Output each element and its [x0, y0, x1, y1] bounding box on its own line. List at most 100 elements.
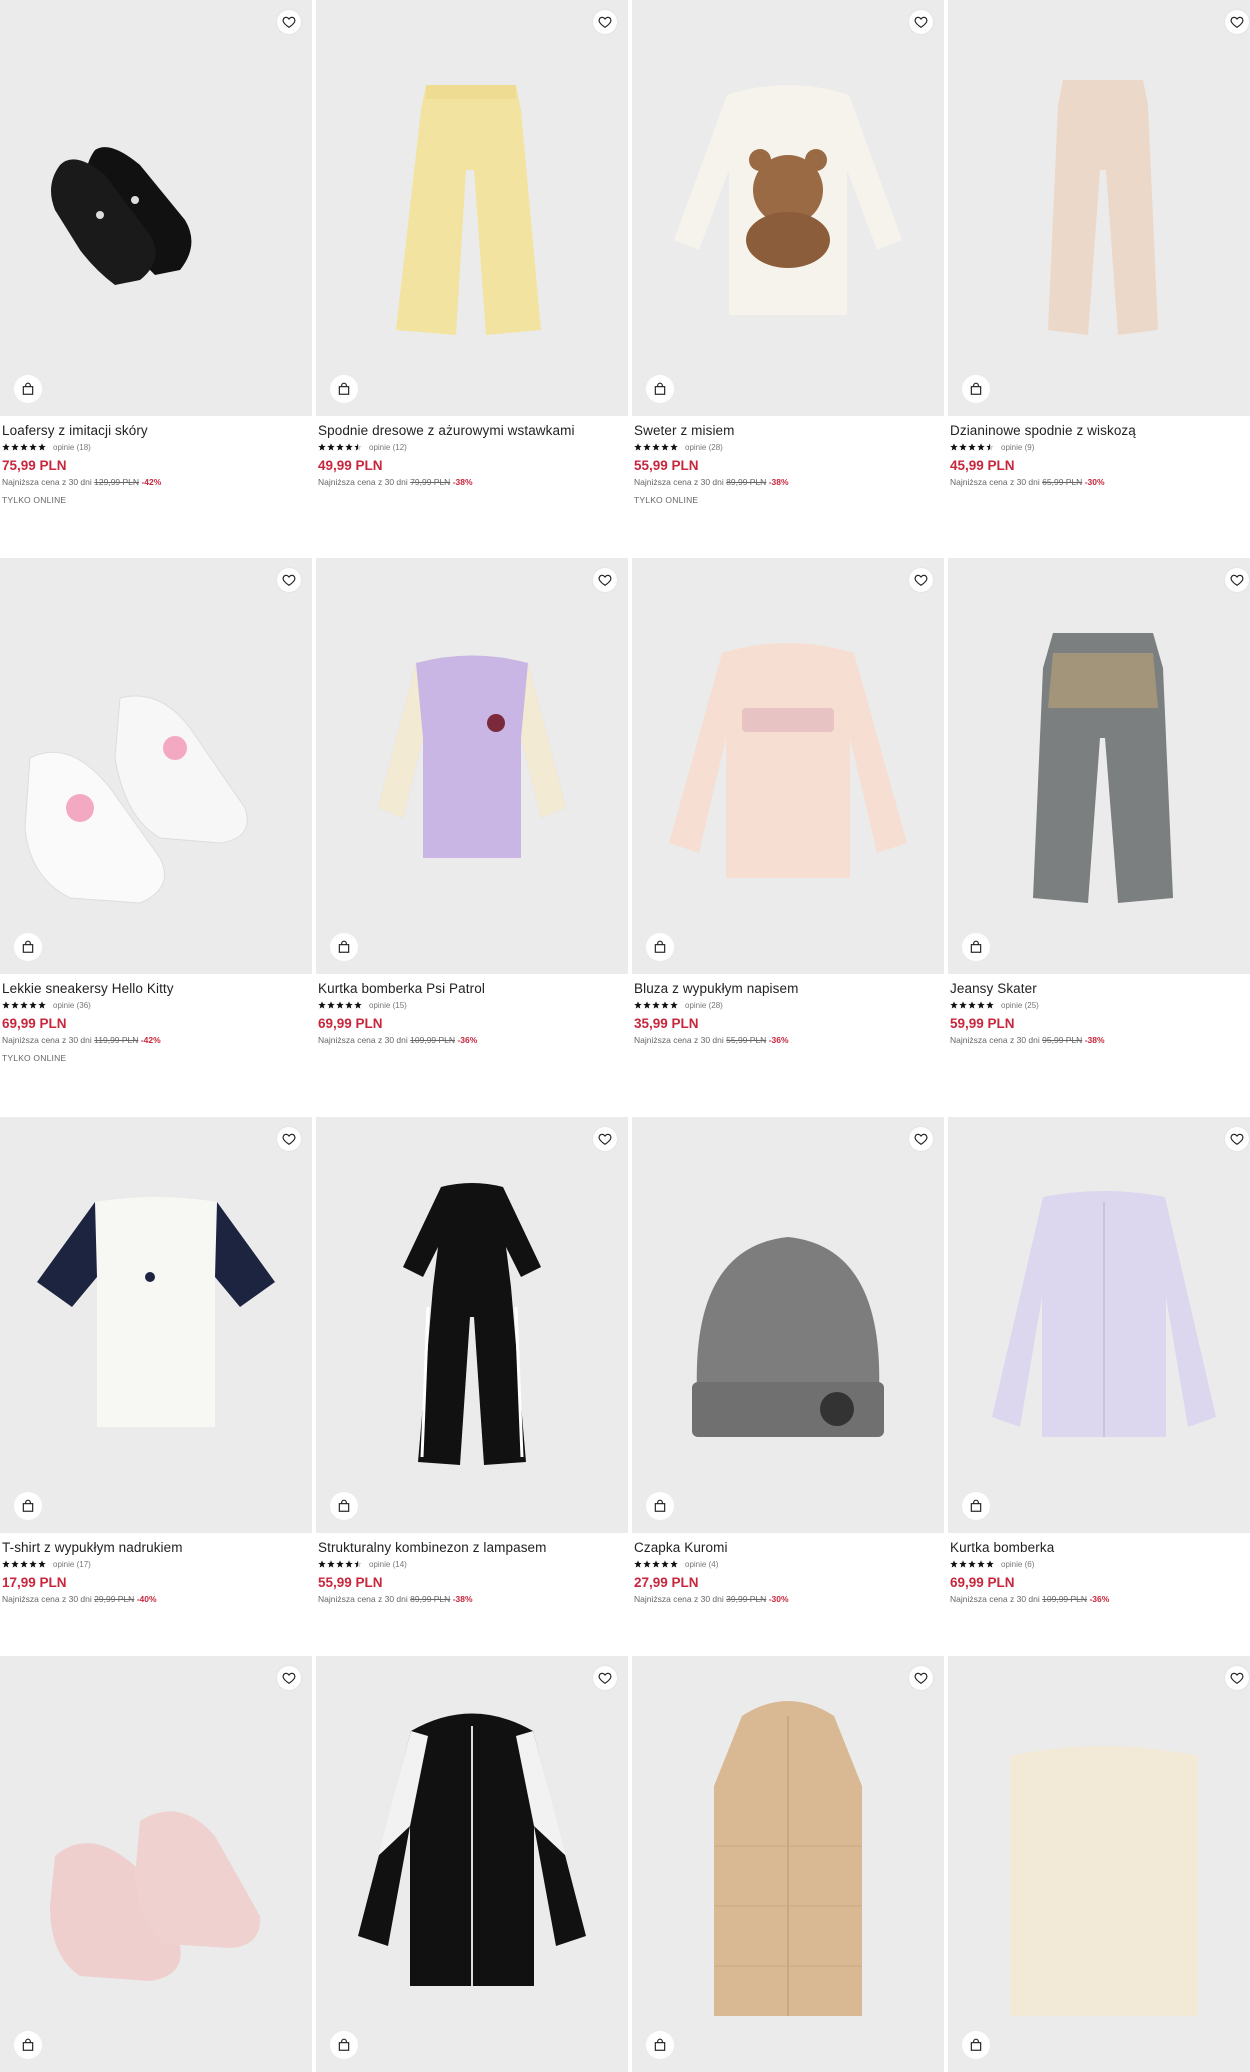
product-card[interactable]: Dzianinowe spodnie z wiskozą opinie (9) …	[948, 0, 1250, 495]
product-image[interactable]	[316, 558, 628, 974]
product-image[interactable]	[0, 1656, 312, 2072]
shopping-bag-icon[interactable]	[646, 2031, 674, 2059]
review-count[interactable]: opinie (28)	[685, 1001, 723, 1010]
shopping-bag-icon[interactable]	[14, 2031, 42, 2059]
star-icon	[652, 1560, 660, 1568]
product-name[interactable]: Loafersy z imitacji skóry	[2, 423, 310, 438]
old-price: 109,99 PLN	[410, 1035, 456, 1045]
product-card[interactable]: Kurtka bomberka opinie (6) 69,99 PLN Naj…	[948, 1117, 1250, 1612]
product-card[interactable]	[316, 1656, 628, 2072]
product-card[interactable]	[0, 1656, 312, 2072]
product-name[interactable]: Strukturalny kombinezon z lampasem	[318, 1540, 626, 1555]
heart-icon[interactable]	[909, 568, 933, 592]
product-card[interactable]: Jeansy Skater opinie (25) 59,99 PLN Najn…	[948, 558, 1250, 1053]
shopping-bag-icon[interactable]	[962, 2031, 990, 2059]
heart-icon[interactable]	[277, 1666, 301, 1690]
shopping-bag-icon[interactable]	[14, 375, 42, 403]
review-count[interactable]: opinie (12)	[369, 443, 407, 452]
product-image[interactable]	[632, 0, 944, 416]
heart-icon[interactable]	[277, 10, 301, 34]
review-count[interactable]: opinie (36)	[53, 1001, 91, 1010]
product-card[interactable]: Czapka Kuromi opinie (4) 27,99 PLN Najni…	[632, 1117, 944, 1612]
product-image[interactable]	[632, 558, 944, 974]
heart-icon[interactable]	[593, 10, 617, 34]
product-image[interactable]	[316, 1656, 628, 2072]
heart-icon[interactable]	[1225, 568, 1249, 592]
product-card[interactable]: Spodnie dresowe z ażurowymi wstawkami op…	[316, 0, 628, 495]
shopping-bag-icon[interactable]	[962, 375, 990, 403]
product-price: 17,99 PLN	[2, 1575, 67, 1590]
heart-icon[interactable]	[593, 1127, 617, 1151]
heart-icon[interactable]	[909, 1127, 933, 1151]
product-image[interactable]	[948, 0, 1250, 416]
product-image[interactable]	[632, 1656, 944, 2072]
shopping-bag-icon[interactable]	[14, 933, 42, 961]
product-name[interactable]: Spodnie dresowe z ażurowymi wstawkami	[318, 423, 626, 438]
heart-icon[interactable]	[277, 1127, 301, 1151]
product-name[interactable]: Sweter z misiem	[634, 423, 942, 438]
star-icon	[977, 1001, 985, 1009]
product-name[interactable]: Bluza z wypukłym napisem	[634, 981, 942, 996]
product-image[interactable]	[948, 558, 1250, 974]
star-icon	[354, 443, 362, 451]
heart-icon[interactable]	[593, 1666, 617, 1690]
product-name[interactable]: Czapka Kuromi	[634, 1540, 942, 1555]
product-image[interactable]	[0, 0, 312, 416]
shopping-bag-icon[interactable]	[14, 1492, 42, 1520]
product-name[interactable]: T-shirt z wypukłym nadrukiem	[2, 1540, 310, 1555]
product-card[interactable]: Strukturalny kombinezon z lampasem opini…	[316, 1117, 628, 1612]
product-name[interactable]: Lekkie sneakersy Hello Kitty	[2, 981, 310, 996]
heart-icon[interactable]	[277, 568, 301, 592]
review-count[interactable]: opinie (6)	[1001, 1560, 1034, 1569]
rating: opinie (25)	[950, 999, 1250, 1011]
heart-icon[interactable]	[909, 10, 933, 34]
product-card[interactable]: Loafersy z imitacji skóry opinie (18) 75…	[0, 0, 312, 505]
review-count[interactable]: opinie (17)	[53, 1560, 91, 1569]
review-count[interactable]: opinie (9)	[1001, 443, 1034, 452]
product-image[interactable]	[316, 0, 628, 416]
product-card[interactable]: Lekkie sneakersy Hello Kitty opinie (36)…	[0, 558, 312, 1063]
product-image[interactable]	[948, 1656, 1250, 2072]
product-name[interactable]: Kurtka bomberka Psi Patrol	[318, 981, 626, 996]
product-card[interactable]: Bluza z wypukłym napisem opinie (28) 35,…	[632, 558, 944, 1053]
product-image[interactable]	[632, 1117, 944, 1533]
product-name[interactable]: Kurtka bomberka	[950, 1540, 1250, 1555]
product-card[interactable]	[632, 1656, 944, 2072]
heart-icon[interactable]	[1225, 10, 1249, 34]
shopping-bag-icon[interactable]	[330, 2031, 358, 2059]
review-count[interactable]: opinie (14)	[369, 1560, 407, 1569]
star-icon	[643, 1001, 651, 1009]
product-image[interactable]	[948, 1117, 1250, 1533]
product-name[interactable]: Dzianinowe spodnie z wiskozą	[950, 423, 1250, 438]
review-count[interactable]: opinie (4)	[685, 1560, 718, 1569]
shopping-bag-icon[interactable]	[962, 933, 990, 961]
review-count[interactable]: opinie (28)	[685, 443, 723, 452]
review-count[interactable]: opinie (18)	[53, 443, 91, 452]
product-card[interactable]	[948, 1656, 1250, 2072]
product-card[interactable]: T-shirt z wypukłym nadrukiem opinie (17)…	[0, 1117, 312, 1612]
shopping-bag-icon[interactable]	[646, 375, 674, 403]
lowest-price: Najniższa cena z 30 dni 79,99 PLN -38%	[318, 477, 626, 487]
star-icon	[968, 1560, 976, 1568]
product-image[interactable]	[0, 1117, 312, 1533]
shopping-bag-icon[interactable]	[330, 1492, 358, 1520]
product-image[interactable]	[316, 1117, 628, 1533]
shopping-bag-icon[interactable]	[330, 375, 358, 403]
shopping-bag-icon[interactable]	[646, 1492, 674, 1520]
old-price: 119,99 PLN	[94, 1035, 139, 1045]
shopping-bag-icon[interactable]	[962, 1492, 990, 1520]
heart-icon[interactable]	[909, 1666, 933, 1690]
product-card[interactable]: Sweter z misiem opinie (28) 55,99 PLN Na…	[632, 0, 944, 505]
review-count[interactable]: opinie (25)	[1001, 1001, 1039, 1010]
product-image[interactable]	[0, 558, 312, 974]
star-icon	[950, 1001, 958, 1009]
heart-icon[interactable]	[1225, 1127, 1249, 1151]
heart-icon[interactable]	[593, 568, 617, 592]
shopping-bag-icon[interactable]	[330, 933, 358, 961]
review-count[interactable]: opinie (15)	[369, 1001, 407, 1010]
product-card[interactable]: Kurtka bomberka Psi Patrol opinie (15) 6…	[316, 558, 628, 1053]
product-price: 35,99 PLN	[634, 1016, 699, 1031]
shopping-bag-icon[interactable]	[646, 933, 674, 961]
product-name[interactable]: Jeansy Skater	[950, 981, 1250, 996]
heart-icon[interactable]	[1225, 1666, 1249, 1690]
